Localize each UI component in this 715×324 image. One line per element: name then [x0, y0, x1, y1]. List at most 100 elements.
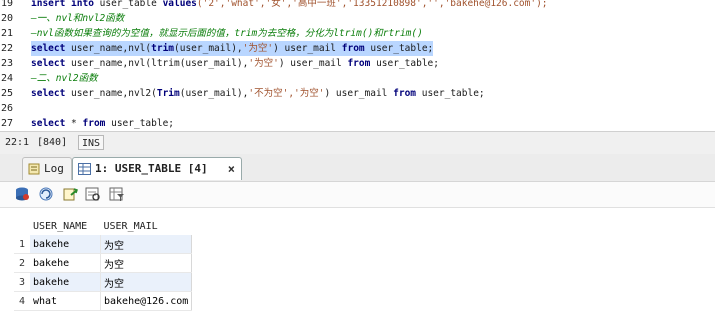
sql-comment: —二、nvl2函数: [31, 73, 98, 84]
tab-log[interactable]: Log: [22, 157, 72, 180]
row-number: 4: [14, 291, 30, 311]
column-header-user-name[interactable]: USER_NAME: [30, 217, 101, 235]
cell-user-mail[interactable]: bakehe@126.com: [100, 291, 193, 311]
sql-keyword: Trim: [156, 88, 180, 99]
sql-keyword: trim: [151, 43, 175, 54]
database-icon[interactable]: [14, 186, 30, 202]
sql-keyword: from: [347, 58, 377, 69]
row-number: 1: [14, 235, 30, 254]
code-line[interactable]: 19 insert into user_table values('2','wha…: [0, 0, 715, 11]
sql-keyword: insert into: [31, 0, 100, 9]
tab-log-label: Log: [44, 162, 64, 175]
sql-keyword: from: [341, 43, 371, 54]
sql-token: ) user_mail: [278, 58, 348, 69]
code-text: select * from user_table;: [31, 116, 174, 131]
table-row[interactable]: 3 bakehe 为空: [14, 272, 193, 292]
sql-editor[interactable]: 19 insert into user_table values('2','wha…: [0, 0, 715, 131]
tab-user-table[interactable]: 1: USER_TABLE [4] ×: [72, 157, 242, 180]
sql-token: (user_mail),: [174, 43, 243, 54]
code-text: —nvl函数如果查询的为空值，就显示后面的值，trim为去空格，分化为ltrim…: [31, 26, 423, 41]
filter-icon[interactable]: [109, 186, 125, 202]
selected-code-text: select user_name,nvl(trim(user_mail),'为空…: [31, 41, 434, 56]
line-number: 22: [1, 43, 14, 54]
code-line[interactable]: 27 select * from user_table;: [0, 116, 715, 131]
sql-keyword: values: [162, 0, 197, 9]
code-text: select user_name,nvl(ltrim(user_mail),'为…: [31, 56, 439, 71]
code-line[interactable]: 22 select user_name,nvl(trim(user_mail),'…: [0, 41, 715, 56]
line-number: 23: [1, 58, 14, 69]
result-tabs: Log 1: USER_TABLE [4] ×: [0, 154, 715, 181]
table-row[interactable]: 1 bakehe 为空: [14, 235, 193, 254]
sql-token: ) user_mail: [324, 88, 394, 99]
sql-token: user_table;: [376, 58, 439, 69]
sql-token: user_table;: [370, 43, 434, 54]
tab-user-table-label: 1: USER_TABLE [4]: [95, 162, 208, 175]
editor-status-bar: 22:1 [840] INS: [0, 131, 715, 155]
sql-token: user_table;: [111, 118, 175, 129]
cell-user-name[interactable]: what: [30, 291, 101, 311]
sql-string: ('2','what','女','高中一班','13351210898','',…: [196, 0, 548, 9]
cell-user-name[interactable]: bakehe: [30, 253, 101, 273]
code-text: —一、nvl和nvl2函数: [31, 11, 124, 26]
sql-keyword: from: [393, 88, 422, 99]
line-number: 24: [1, 73, 14, 84]
table-row[interactable]: 2 bakehe 为空: [14, 253, 193, 273]
char-count: [840]: [37, 137, 68, 148]
sql-string: '为空': [242, 43, 274, 54]
line-number: 20: [1, 13, 14, 24]
sql-token: user_name,nvl(: [71, 43, 152, 54]
code-line[interactable]: 24 —二、nvl2函数: [0, 71, 715, 86]
code-line[interactable]: 26: [0, 101, 715, 116]
row-number: 2: [14, 253, 30, 273]
grid-toolbar: [0, 181, 715, 208]
sql-token: ) user_mail: [273, 43, 342, 54]
code-text: —二、nvl2函数: [31, 71, 98, 86]
sql-token: (user_mail),: [179, 88, 249, 99]
line-number: 27: [1, 118, 14, 129]
cursor-position: 22:1: [5, 137, 30, 148]
refresh-icon[interactable]: [38, 186, 54, 202]
line-number: 21: [1, 28, 14, 39]
sql-string: '不为空','为空': [248, 88, 325, 99]
row-number: 3: [14, 272, 30, 292]
code-line[interactable]: 20 —一、nvl和nvl2函数: [0, 11, 715, 26]
sql-token: user_table: [99, 0, 163, 9]
insert-mode-indicator[interactable]: INS: [78, 135, 105, 150]
close-tab-icon[interactable]: ×: [228, 158, 235, 180]
sql-token: *: [71, 118, 83, 129]
line-number: 26: [1, 103, 14, 114]
cell-user-mail[interactable]: 为空: [100, 253, 193, 273]
result-grid: USER_NAME USER_MAIL 1 bakehe 为空 2 bakehe…: [0, 207, 715, 324]
sql-token: user_table;: [421, 88, 485, 99]
table-grid-icon: [78, 163, 91, 175]
sql-keyword: select: [31, 88, 72, 99]
cell-user-name[interactable]: bakehe: [30, 235, 101, 254]
code-line[interactable]: 21 —nvl函数如果查询的为空值，就显示后面的值，trim为去空格，分化为ltr…: [0, 26, 715, 41]
export-icon[interactable]: [62, 186, 78, 202]
sql-comment: —一、nvl和nvl2函数: [31, 13, 125, 24]
cell-user-name[interactable]: bakehe: [30, 272, 101, 292]
sql-keyword: select: [31, 118, 72, 129]
sql-string: '为空': [248, 58, 279, 69]
sql-token: user_name,nvl(ltrim(user_mail),: [71, 58, 249, 69]
sql-keyword: select: [31, 43, 72, 54]
code-line[interactable]: 23 select user_name,nvl(ltrim(user_mail),…: [0, 56, 715, 71]
line-number: 25: [1, 88, 14, 99]
table-header-row: USER_NAME USER_MAIL: [14, 217, 192, 235]
sql-keyword: from: [82, 118, 112, 129]
cell-user-mail[interactable]: 为空: [100, 272, 193, 292]
code-text: select user_name,nvl2(Trim(user_mail),'不…: [31, 86, 485, 101]
query-icon[interactable]: [85, 186, 101, 202]
code-text: insert into user_table values('2','what'…: [31, 0, 548, 11]
log-icon: [28, 163, 40, 175]
row-number-header: [14, 217, 30, 235]
column-header-user-mail[interactable]: USER_MAIL: [100, 217, 192, 235]
code-line[interactable]: 25 select user_name,nvl2(Trim(user_mail),…: [0, 86, 715, 101]
sql-token: user_name,nvl2(: [71, 88, 157, 99]
result-table: USER_NAME USER_MAIL 1 bakehe 为空 2 bakehe…: [14, 217, 193, 311]
line-number: 19: [1, 0, 14, 9]
cell-user-mail[interactable]: 为空: [100, 235, 193, 254]
sql-keyword: select: [31, 58, 72, 69]
sql-comment: —nvl函数如果查询的为空值，就显示后面的值，trim为去空格，分化为ltrim…: [31, 28, 423, 39]
table-row[interactable]: 4 what bakehe@126.com: [14, 291, 193, 311]
